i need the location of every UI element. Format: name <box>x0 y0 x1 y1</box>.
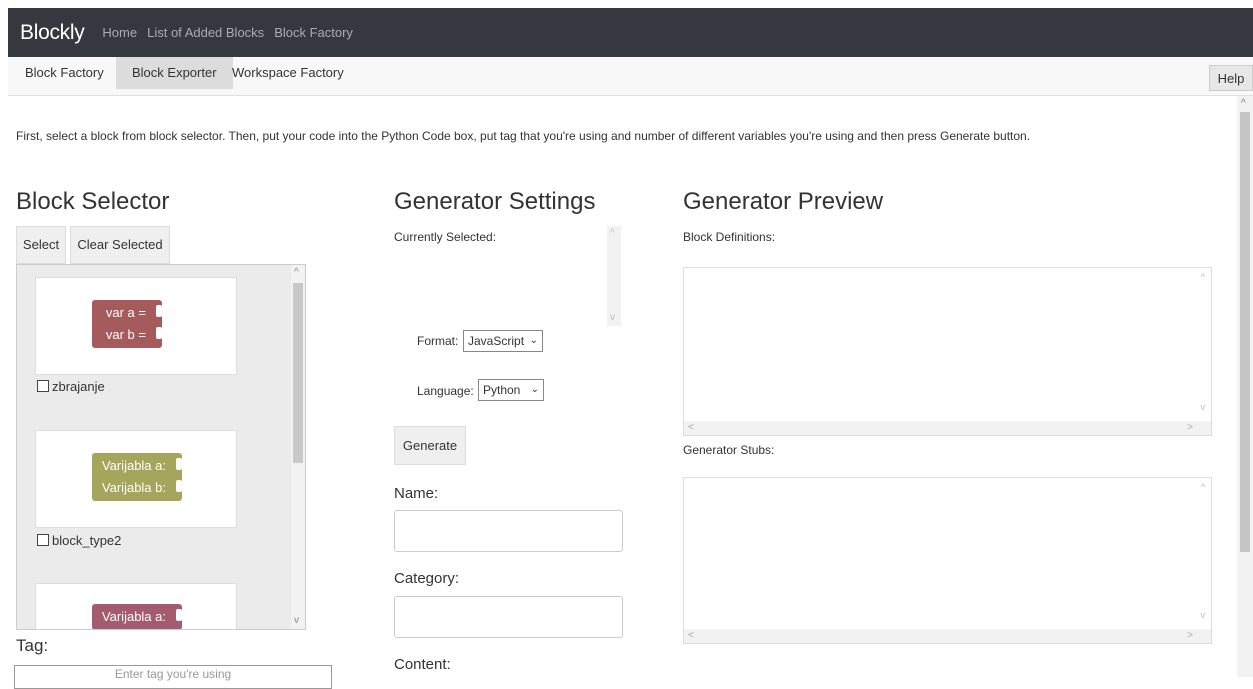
select-button[interactable]: Select <box>16 226 66 264</box>
instructions-text: First, select a block from block selecto… <box>16 129 1031 143</box>
scroll-up-arrow-icon[interactable]: ^ <box>1201 482 1205 492</box>
name-label: Name: <box>394 485 439 502</box>
tab-bar: Block Factory Block Exporter Workspace F… <box>8 57 1253 96</box>
currently-selected-scrollbar[interactable]: ^ v <box>607 226 621 326</box>
nav-link-block-factory[interactable]: Block Factory <box>274 25 353 40</box>
nav-link-list-of-added-blocks[interactable]: List of Added Blocks <box>147 25 264 40</box>
content-label: Content: <box>394 656 451 673</box>
scroll-left-arrow-icon[interactable]: < <box>688 422 694 433</box>
generate-button[interactable]: Generate <box>394 426 466 465</box>
scroll-down-arrow-icon[interactable]: v <box>610 312 615 323</box>
clear-selected-button[interactable]: Clear Selected <box>70 226 170 264</box>
block-preview-3[interactable]: Varijabla a: <box>35 583 237 629</box>
category-input[interactable] <box>394 596 623 638</box>
block-input-notch <box>156 305 162 317</box>
generator-stubs-hscrollbar[interactable]: < > <box>684 629 1211 643</box>
tag-input[interactable]: Enter tag you're using <box>14 665 332 689</box>
block-definitions-hscrollbar[interactable]: < > <box>684 421 1211 435</box>
tag-label: Tag: <box>16 636 49 655</box>
block-shape: var a = var b = <box>92 300 162 348</box>
block-input-notch <box>176 480 182 492</box>
scroll-down-arrow-icon[interactable]: v <box>1201 402 1206 412</box>
block-field-label: var a = <box>105 305 146 320</box>
block-preview-zbrajanje[interactable]: var a = var b = <box>35 277 237 375</box>
scroll-up-arrow-icon[interactable]: ^ <box>1201 272 1205 282</box>
language-label: Language: <box>417 384 474 398</box>
block-shape: Varijabla a: Varijabla b: <box>92 453 182 501</box>
tab-block-factory[interactable]: Block Factory <box>17 57 112 89</box>
page-scrollbar-thumb[interactable] <box>1240 112 1250 552</box>
checkbox-icon[interactable] <box>37 380 49 392</box>
block-list-scrollbar-thumb[interactable] <box>293 283 303 463</box>
block-list-scrollbar[interactable]: ^ v <box>291 265 305 629</box>
format-select[interactable]: JavaScript ⌄ <box>463 330 543 352</box>
scroll-down-arrow-icon[interactable]: v <box>294 615 299 626</box>
generator-stubs-textarea[interactable]: ^ v < > <box>683 477 1212 644</box>
block-input-notch <box>176 458 182 470</box>
language-select-value: Python <box>483 383 521 397</box>
block-preview-block-type2[interactable]: Varijabla a: Varijabla b: <box>35 430 237 528</box>
category-label: Category: <box>394 570 460 587</box>
scroll-down-arrow-icon[interactable]: v <box>1201 610 1206 620</box>
generator-stubs-label: Generator Stubs: <box>683 443 775 457</box>
scroll-right-arrow-icon[interactable]: > <box>1187 422 1193 433</box>
block-definitions-label: Block Definitions: <box>683 230 776 244</box>
currently-selected-label: Currently Selected: <box>394 230 497 244</box>
block-field-label: Varijabla a: <box>101 609 166 624</box>
top-navbar: Blockly Home List of Added Blocks Block … <box>8 8 1253 57</box>
scroll-up-arrow-icon[interactable]: ^ <box>1241 98 1246 109</box>
block-shape: Varijabla a: <box>92 604 182 629</box>
block-field-label: var b = <box>105 327 146 342</box>
block-definitions-textarea[interactable]: ^ v < > <box>683 267 1212 436</box>
page-scrollbar[interactable]: ^ <box>1237 96 1253 677</box>
block-field-label: Varijabla b: <box>101 480 166 495</box>
block-name-label: zbrajanje <box>52 379 105 394</box>
chevron-down-icon: ⌄ <box>530 384 539 395</box>
scroll-right-arrow-icon[interactable]: > <box>1187 630 1193 641</box>
nav-link-home[interactable]: Home <box>102 25 137 40</box>
block-input-notch <box>156 327 162 339</box>
language-select[interactable]: Python ⌄ <box>478 379 544 401</box>
format-label: Format: <box>417 334 459 348</box>
block-field-label: Varijabla a: <box>101 458 166 473</box>
brand-logo[interactable]: Blockly <box>20 21 85 45</box>
generator-settings-title: Generator Settings <box>394 188 596 215</box>
checkbox-icon[interactable] <box>37 534 49 546</box>
block-name-label: block_type2 <box>52 533 122 548</box>
scroll-left-arrow-icon[interactable]: < <box>688 630 694 641</box>
help-button[interactable]: Help <box>1209 65 1253 91</box>
tab-block-exporter[interactable]: Block Exporter <box>116 57 233 89</box>
scroll-up-arrow-icon[interactable]: ^ <box>610 228 615 239</box>
name-input[interactable] <box>394 510 623 552</box>
block-selector-list[interactable]: var a = var b = zbrajanje Varijabla a: V… <box>16 264 306 630</box>
scroll-up-arrow-icon[interactable]: ^ <box>294 267 299 278</box>
chevron-down-icon: ⌄ <box>529 335 538 346</box>
generator-preview-title: Generator Preview <box>683 188 884 215</box>
block-checkbox-zbrajanje[interactable]: zbrajanje <box>37 379 105 394</box>
format-select-value: JavaScript <box>468 334 525 348</box>
block-selector-title: Block Selector <box>16 188 170 215</box>
block-checkbox-block-type2[interactable]: block_type2 <box>37 533 121 548</box>
block-input-notch <box>176 609 182 621</box>
tab-workspace-factory[interactable]: Workspace Factory <box>224 57 352 89</box>
